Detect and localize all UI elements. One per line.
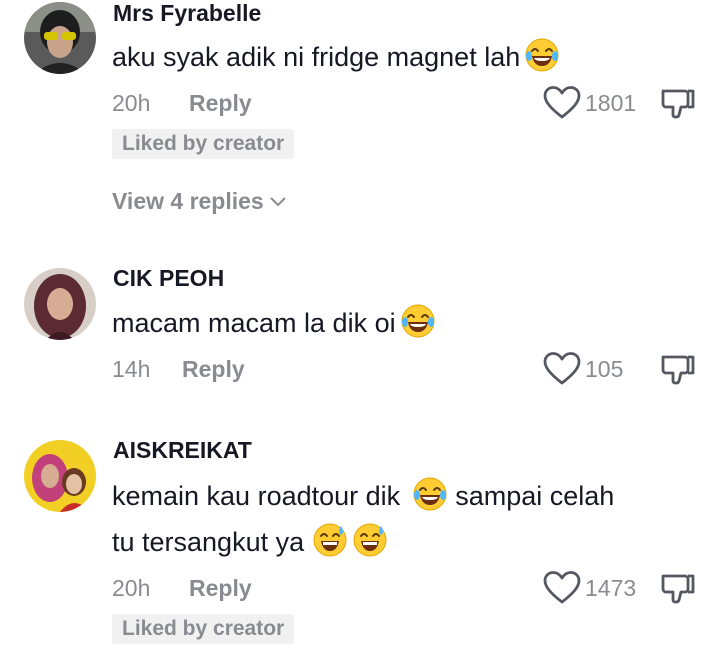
timestamp: 20h — [112, 90, 151, 116]
like-count: 1801 — [585, 90, 637, 116]
comment-text-line: tu tersangkut ya — [112, 519, 388, 565]
heart-outline-icon[interactable] — [543, 351, 581, 387]
timestamp: 20h — [112, 575, 151, 601]
comment-text-content: tu tersangkut ya — [112, 527, 305, 557]
comment-text: aku syak adik ni fridge magnet lah — [112, 34, 560, 80]
timestamp: 14h — [112, 356, 151, 382]
grinning-face-with-sweat-emoji — [312, 522, 348, 558]
view-replies-label: View 4 replies — [112, 188, 264, 214]
username[interactable]: AISKREIKAT — [113, 437, 252, 464]
heart-outline-icon[interactable] — [543, 85, 581, 121]
thumbs-down-icon[interactable] — [660, 352, 696, 388]
heart-outline-icon[interactable] — [543, 570, 581, 606]
thumbs-down-icon[interactable] — [660, 571, 696, 607]
username[interactable]: CIK PEOH — [113, 265, 224, 292]
face-with-tears-of-joy-emoji — [400, 303, 436, 339]
avatar[interactable] — [24, 440, 96, 512]
comment-text-content: macam macam la dik oi — [112, 308, 396, 338]
comment-text-content: aku syak adik ni fridge magnet lah — [112, 42, 521, 72]
liked-by-creator-badge: Liked by creator — [112, 129, 295, 159]
comment-text: macam macam la dik oi — [112, 300, 436, 346]
comment-text-content: sampai celah — [455, 481, 615, 511]
comment-text-content: kemain kau roadtour dik — [112, 481, 401, 511]
liked-by-creator-badge: Liked by creator — [112, 614, 295, 644]
comment-text-line: kemain kau roadtour dik sampai celah — [112, 473, 614, 519]
chevron-down-icon — [270, 186, 286, 213]
view-replies-button[interactable]: View 4 replies — [112, 186, 286, 215]
like-count: 105 — [585, 356, 624, 382]
like-count: 1473 — [585, 575, 637, 601]
reply-button[interactable]: Reply — [182, 356, 245, 383]
username[interactable]: Mrs Fyrabelle — [113, 0, 261, 27]
reply-button[interactable]: Reply — [189, 575, 252, 602]
face-with-tears-of-joy-emoji — [524, 37, 560, 73]
grinning-face-with-sweat-emoji — [352, 522, 388, 558]
face-with-tears-of-joy-emoji — [412, 476, 448, 512]
thumbs-down-icon[interactable] — [660, 86, 696, 122]
avatar[interactable] — [24, 2, 96, 74]
reply-button[interactable]: Reply — [189, 90, 252, 117]
avatar[interactable] — [24, 268, 96, 340]
